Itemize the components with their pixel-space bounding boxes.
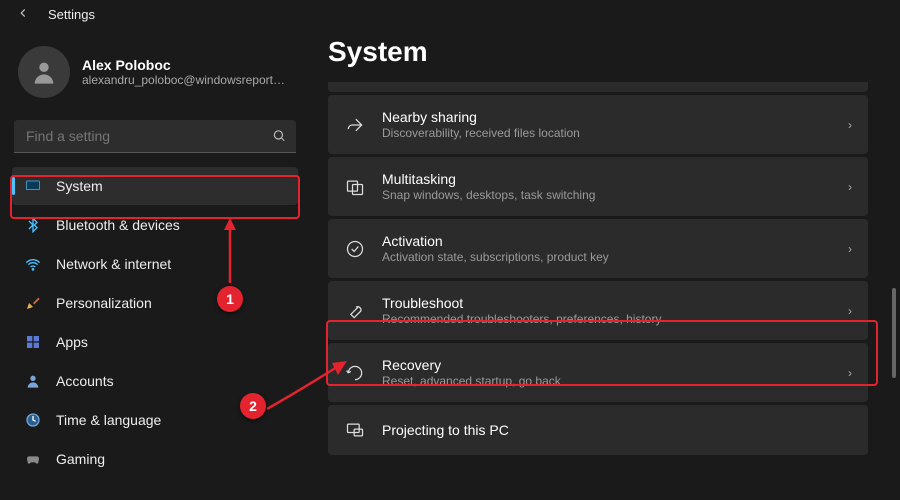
panel-projecting[interactable]: Projecting to this PC bbox=[328, 405, 868, 455]
back-icon[interactable] bbox=[16, 6, 30, 23]
chevron-right-icon: › bbox=[848, 366, 852, 380]
profile-name: Alex Poloboc bbox=[82, 57, 285, 73]
sidebar-item-label: Accounts bbox=[56, 373, 114, 389]
profile-block[interactable]: Alex Poloboc alexandru_poloboc@windowsre… bbox=[12, 38, 298, 116]
check-circle-icon bbox=[344, 238, 366, 260]
window-title: Settings bbox=[48, 7, 95, 22]
panel-nearby-sharing[interactable]: Nearby sharing Discoverability, received… bbox=[328, 95, 868, 154]
annotation-step-2: 2 bbox=[240, 393, 266, 419]
sidebar-item-system[interactable]: System bbox=[12, 167, 298, 205]
sidebar-item-apps[interactable]: Apps bbox=[12, 323, 298, 361]
scrollbar[interactable] bbox=[892, 288, 896, 378]
panel-subtitle: Activation state, subscriptions, product… bbox=[382, 250, 832, 264]
sidebar-item-label: Bluetooth & devices bbox=[56, 217, 180, 233]
profile-email: alexandru_poloboc@windowsreport… bbox=[82, 73, 285, 87]
panel-subtitle: Snap windows, desktops, task switching bbox=[382, 188, 832, 202]
search-icon[interactable] bbox=[272, 128, 286, 145]
panel-troubleshoot[interactable]: Troubleshoot Recommended troubleshooters… bbox=[328, 281, 868, 340]
sidebar-item-personalization[interactable]: Personalization bbox=[12, 284, 298, 322]
sidebar-item-gaming[interactable]: Gaming bbox=[12, 440, 298, 478]
panel-title: Projecting to this PC bbox=[382, 422, 852, 438]
system-icon bbox=[24, 177, 42, 195]
panel-title: Multitasking bbox=[382, 171, 832, 187]
page-title: System bbox=[328, 36, 900, 68]
chevron-right-icon: › bbox=[848, 118, 852, 132]
recovery-icon bbox=[344, 362, 366, 384]
chevron-right-icon: › bbox=[848, 180, 852, 194]
bluetooth-icon bbox=[24, 216, 42, 234]
apps-icon bbox=[24, 333, 42, 351]
sidebar: Alex Poloboc alexandru_poloboc@windowsre… bbox=[0, 28, 310, 500]
sidebar-item-label: Network & internet bbox=[56, 256, 171, 272]
clock-globe-icon bbox=[24, 411, 42, 429]
panel-title: Troubleshoot bbox=[382, 295, 832, 311]
annotation-step-1: 1 bbox=[217, 286, 243, 312]
sidebar-item-label: Apps bbox=[56, 334, 88, 350]
main-content: System Nearby sharing Discoverability, r… bbox=[310, 28, 900, 500]
share-icon bbox=[344, 114, 366, 136]
panel-previous-sliver[interactable] bbox=[328, 82, 868, 92]
panel-activation[interactable]: Activation Activation state, subscriptio… bbox=[328, 219, 868, 278]
panel-title: Activation bbox=[382, 233, 832, 249]
chevron-right-icon: › bbox=[848, 242, 852, 256]
search-input[interactable] bbox=[14, 120, 296, 153]
chevron-right-icon: › bbox=[848, 304, 852, 318]
sidebar-item-network[interactable]: Network & internet bbox=[12, 245, 298, 283]
brush-icon bbox=[24, 294, 42, 312]
sidebar-item-bluetooth[interactable]: Bluetooth & devices bbox=[12, 206, 298, 244]
panel-recovery[interactable]: Recovery Reset, advanced startup, go bac… bbox=[328, 343, 868, 402]
panel-title: Nearby sharing bbox=[382, 109, 832, 125]
wifi-icon bbox=[24, 255, 42, 273]
panel-multitasking[interactable]: Multitasking Snap windows, desktops, tas… bbox=[328, 157, 868, 216]
panel-subtitle: Reset, advanced startup, go back bbox=[382, 374, 832, 388]
panel-subtitle: Discoverability, received files location bbox=[382, 126, 832, 140]
avatar bbox=[18, 46, 70, 98]
sidebar-item-label: System bbox=[56, 178, 103, 194]
projecting-icon bbox=[344, 419, 366, 441]
gaming-icon bbox=[24, 450, 42, 468]
accounts-icon bbox=[24, 372, 42, 390]
sidebar-item-label: Gaming bbox=[56, 451, 105, 467]
title-bar: Settings bbox=[0, 0, 900, 28]
multitask-icon bbox=[344, 176, 366, 198]
panel-subtitle: Recommended troubleshooters, preferences… bbox=[382, 312, 832, 326]
sidebar-item-label: Personalization bbox=[56, 295, 152, 311]
panel-title: Recovery bbox=[382, 357, 832, 373]
sidebar-item-label: Time & language bbox=[56, 412, 161, 428]
wrench-icon bbox=[344, 300, 366, 322]
sidebar-nav: System Bluetooth & devices Network & int… bbox=[12, 167, 298, 479]
search-box bbox=[14, 120, 296, 153]
